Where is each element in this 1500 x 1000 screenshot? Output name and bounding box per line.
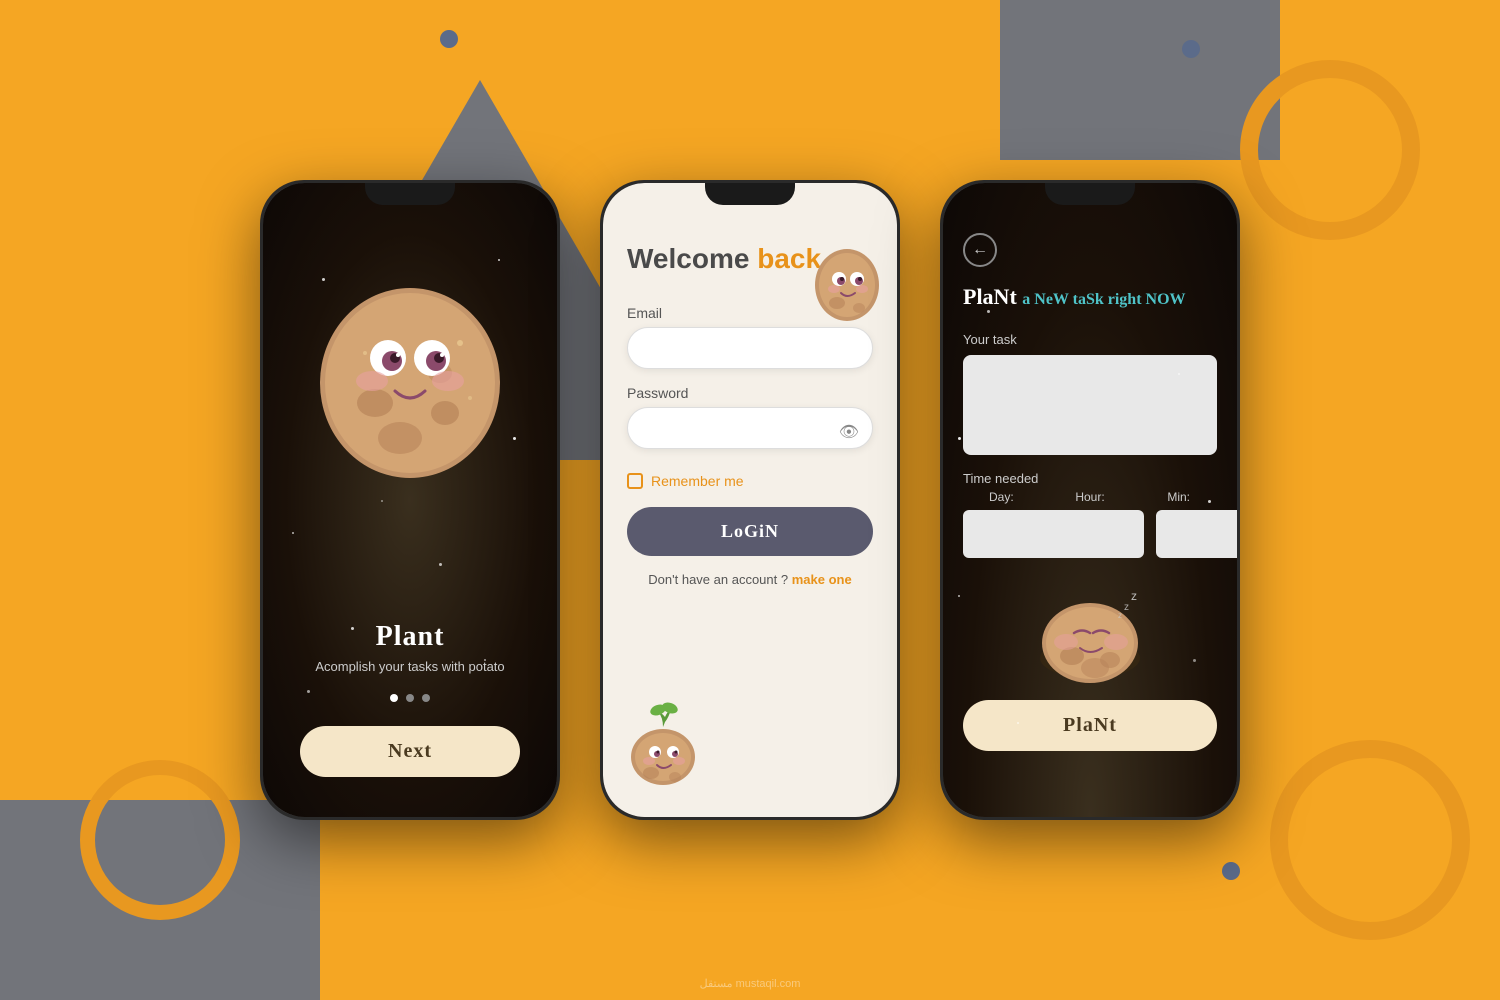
hour-label: Hour: <box>1052 490 1129 504</box>
phone-3: ← PlaNt a NeW taSk right NOW Your task T… <box>940 180 1240 820</box>
back-arrow-icon: ← <box>972 241 988 259</box>
watermark: مستقل mustaqil.com <box>700 977 801 990</box>
splash-potato <box>300 243 520 483</box>
svg-text:z: z <box>1131 589 1137 603</box>
time-needed-label: Time needed <box>963 471 1217 486</box>
phone-2: Welcome back Email Password 👁 Remember m… <box>600 180 900 820</box>
splash-subtitle: Acomplish your tasks with potato <box>300 659 520 674</box>
task-textarea[interactable] <box>963 355 1217 455</box>
dot-1 <box>390 694 398 702</box>
dots-indicator <box>300 694 520 702</box>
plant-word: PlaNt <box>963 284 1017 309</box>
phone-1-screen: Plant Acomplish your tasks with potato N… <box>263 183 557 817</box>
dot-3 <box>422 694 430 702</box>
password-wrapper: 👁 <box>627 407 873 465</box>
password-input[interactable] <box>627 407 873 449</box>
login-button[interactable]: LoGiN <box>627 507 873 556</box>
phone-3-screen: ← PlaNt a NeW taSk right NOW Your task T… <box>943 183 1237 817</box>
phone-2-screen: Welcome back Email Password 👁 Remember m… <box>603 183 897 817</box>
time-unit-labels: Day: Hour: Min: <box>963 490 1217 504</box>
eye-icon[interactable]: 👁 <box>839 422 859 442</box>
remember-label: Remember me <box>651 473 744 489</box>
remember-row: Remember me <box>627 473 873 489</box>
day-input[interactable] <box>963 510 1144 558</box>
phone-1: Plant Acomplish your tasks with potato N… <box>260 180 560 820</box>
task-potato: z z z <box>1030 578 1150 688</box>
phones-container: Plant Acomplish your tasks with potato N… <box>0 0 1500 1000</box>
plant-button[interactable]: PlaNt <box>963 700 1217 751</box>
back-button[interactable]: ← <box>963 233 997 267</box>
dot-2 <box>406 694 414 702</box>
phone-2-notch <box>705 183 795 205</box>
svg-text:z: z <box>1124 602 1129 613</box>
phone-3-notch <box>1045 183 1135 205</box>
min-label: Min: <box>1140 490 1217 504</box>
welcome-plant-word: Welcome <box>627 243 749 274</box>
day-label: Day: <box>963 490 1040 504</box>
next-button[interactable]: Next <box>300 726 520 777</box>
hour-input[interactable] <box>1156 510 1237 558</box>
svg-text:z: z <box>1118 611 1122 620</box>
email-input[interactable] <box>627 327 873 369</box>
phone-1-notch <box>365 183 455 205</box>
your-task-label: Your task <box>963 332 1217 347</box>
no-account-text: Don't have an account ? make one <box>627 572 873 587</box>
phone1-content: Plant Acomplish your tasks with potato N… <box>300 621 520 777</box>
login-potato-top <box>807 243 887 323</box>
plant-new-task-title: PlaNt a NeW taSk right NOW <box>963 283 1217 312</box>
splash-app-title: Plant <box>300 621 520 653</box>
time-inputs-row <box>963 510 1217 558</box>
no-account-label: Don't have an account ? <box>648 572 788 587</box>
make-one-link[interactable]: make one <box>792 572 852 587</box>
remember-checkbox[interactable] <box>627 473 643 489</box>
password-label: Password <box>627 385 873 401</box>
new-task-text: a NeW taSk right NOW <box>1022 291 1185 308</box>
login-potato-bottom <box>623 697 703 787</box>
